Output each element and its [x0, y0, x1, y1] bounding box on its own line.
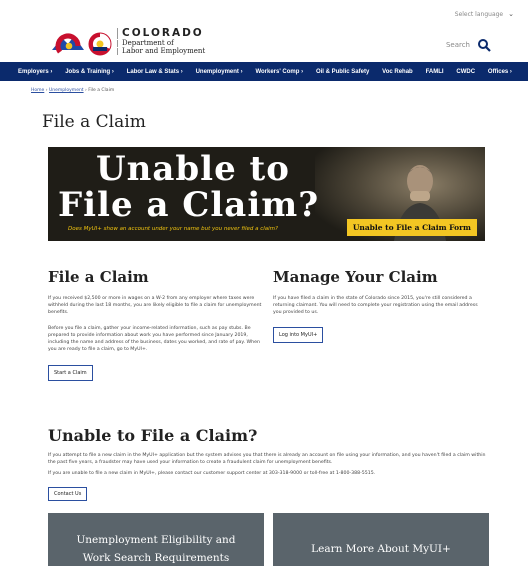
eligibility-tile-line-1: Unemployment Eligibility and — [76, 534, 236, 547]
nav-item-employers[interactable]: Employers › — [18, 69, 52, 75]
learn-more-tile-label: Learn More About MyUI+ — [311, 543, 451, 556]
top-utility-bar: Select language ⌄ — [0, 0, 528, 28]
nav-item-workers-comp[interactable]: Workers' Comp › — [255, 69, 303, 75]
department-line-2: Labor and Employment — [117, 47, 205, 55]
unable-to-file-form-button[interactable]: Unable to File a Claim Form — [346, 219, 477, 236]
learn-more-myui-tile[interactable]: Learn More About MyUI+ — [273, 513, 489, 566]
nav-item-famli[interactable]: FAMLI — [426, 69, 444, 75]
unable-to-file-section: Unable to File a Claim? If you attempt t… — [48, 425, 528, 502]
department-name: COLORADO Department of Labor and Employm… — [117, 28, 205, 55]
chevron-down-icon[interactable]: ⌄ — [508, 10, 514, 18]
department-line-1: Department of — [117, 39, 205, 47]
site-header: COLORADO Department of Labor and Employm… — [0, 28, 528, 62]
file-claim-heading: File a Claim — [48, 268, 149, 286]
eligibility-requirements-tile[interactable]: Unemployment Eligibility and Work Search… — [48, 513, 264, 566]
unable-to-file-contact-text: If you are unable to file a new claim in… — [48, 471, 376, 477]
nav-item-jobs-training[interactable]: Jobs & Training › — [65, 69, 114, 75]
nav-item-cwdc[interactable]: CWDC — [456, 69, 475, 75]
file-claim-column: File a Claim If you received $2,500 or m… — [48, 268, 268, 381]
hero-banner: Unable to File a Claim? Does MyUI+ show … — [48, 147, 485, 241]
breadcrumb-unemployment[interactable]: Unemployment — [49, 88, 84, 93]
manage-claim-heading: Manage Your Claim — [273, 268, 438, 286]
unable-to-file-heading: Unable to File a Claim? — [48, 425, 258, 445]
banner-headline-line-1: Unable to — [96, 149, 290, 189]
breadcrumb-separator: › — [45, 88, 48, 93]
state-name: COLORADO — [117, 28, 205, 39]
manage-claim-column: Manage Your Claim If you have filed a cl… — [273, 268, 483, 381]
banner-headline-line-2: File a Claim? — [58, 185, 320, 225]
search-label[interactable]: Search — [446, 41, 470, 49]
start-claim-button[interactable]: Start a Claim — [48, 364, 93, 381]
nav-item-voc-rehab[interactable]: Voc Rehab — [382, 69, 413, 75]
file-claim-eligibility-text: If you received $2,500 or more in wages … — [48, 296, 262, 315]
nav-item-offices[interactable]: Offices › — [488, 69, 512, 75]
breadcrumb: Home › Unemployment › File a Claim — [31, 88, 528, 96]
main-nav: Employers › Jobs & Training › Labor Law … — [0, 62, 528, 81]
contact-us-button[interactable]: Contact Us — [48, 487, 88, 502]
nav-item-labor-law[interactable]: Labor Law & Stats › — [127, 69, 183, 75]
search-icon[interactable] — [476, 37, 492, 53]
colorado-logo[interactable] — [52, 32, 118, 56]
nav-item-oil-public-safety[interactable]: Oil & Public Safety — [316, 69, 369, 75]
eligibility-tile-line-2: Work Search Requirements — [82, 552, 230, 565]
breadcrumb-separator: › — [85, 88, 87, 93]
nav-item-unemployment[interactable]: Unemployment › — [196, 69, 243, 75]
language-label[interactable]: Select language — [455, 11, 503, 18]
unable-to-file-fraud-text: If you attempt to file a new claim in th… — [48, 452, 486, 465]
breadcrumb-current: File a Claim — [88, 88, 115, 93]
banner-question: Does MyUI+ show an account under your na… — [68, 226, 278, 232]
page-title: File a Claim — [42, 112, 146, 132]
language-selector[interactable]: Select language ⌄ — [455, 10, 514, 18]
manage-claim-text: If you have filed a claim in the state o… — [273, 296, 478, 315]
log-into-myui-button[interactable]: Log into MyUI+ — [273, 327, 324, 344]
breadcrumb-home[interactable]: Home — [31, 88, 44, 93]
file-claim-preparation-text: Before you file a claim, gather your inc… — [48, 326, 260, 352]
resource-tiles: Unemployment Eligibility and Work Search… — [48, 513, 528, 566]
claim-columns: File a Claim If you received $2,500 or m… — [48, 268, 528, 381]
